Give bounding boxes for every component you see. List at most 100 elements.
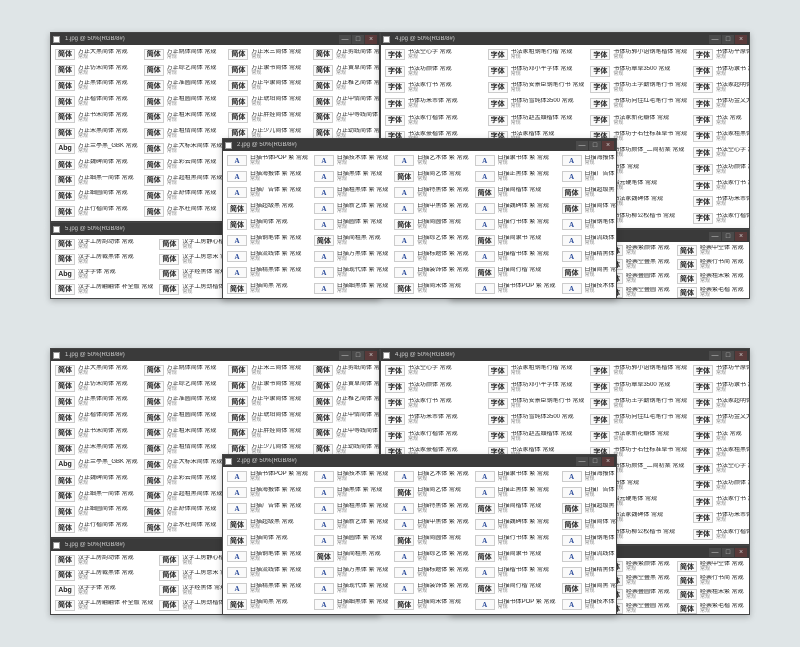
font-row[interactable]: 字体 书法空心字 常规 常规 xyxy=(385,364,482,377)
font-row[interactable]: A 白描技术体 繁 常规 常规 xyxy=(314,154,388,167)
font-row[interactable]: Abg 汉字字体 常规 常规 xyxy=(55,268,153,280)
font-row[interactable]: 简体 汉字工房韵动体 常规 常规 xyxy=(55,554,153,566)
font-row[interactable]: A 白描精黑体 繁 常规 常规 xyxy=(562,566,617,579)
font-row[interactable]: A 白描技术体 繁 常规 常规 xyxy=(562,282,617,295)
font-row[interactable]: 简体 方正书宋简体 常规 常规 xyxy=(55,111,138,124)
font-row[interactable]: 简体 方正姚体简体 常规 常规 xyxy=(144,48,223,61)
font-row[interactable]: A 白描海报体 繁 常规 常规 xyxy=(227,486,308,499)
font-row[interactable]: 简体 白描简体 常规 常规 xyxy=(562,202,617,215)
font-row[interactable]: 字体 书体坊邓小平字体 常规 常规 xyxy=(488,64,585,77)
font-row[interactable]: 简体 方正楷体简体 常规 常规 xyxy=(55,411,138,424)
font-row[interactable]: A 白描精黑体 繁 常规 常规 xyxy=(227,582,308,595)
font-row[interactable]: 简体 方正粗圆简体 常规 常规 xyxy=(144,95,223,108)
font-row[interactable]: 简体 方正华隶简体 常规 常规 xyxy=(228,395,307,408)
font-row[interactable]: 简体 经典行书简 常规 常规 xyxy=(677,575,745,586)
font-row[interactable]: 简体 方正宋黑简体 常规 常规 xyxy=(55,127,138,140)
font-row[interactable]: A 白描细黑体 繁 常规 常规 xyxy=(314,598,388,611)
font-row[interactable]: 字体 书法坊颜体 常规 常规 xyxy=(385,380,482,393)
minimize-button[interactable]: — xyxy=(339,35,351,44)
font-row[interactable]: 字体 书法 常规 常规 xyxy=(693,113,749,126)
font-row[interactable]: 简体 方正彩云简体 常规 常规 xyxy=(144,158,223,171)
font-row[interactable]: 简体 经典繁毛楷 常规 常规 xyxy=(677,287,745,298)
font-row[interactable]: A 白描海报体 繁 常规 常规 xyxy=(562,154,617,167)
font-row[interactable]: 简体 白描简圆体 常规 常规 xyxy=(394,218,468,231)
font-row[interactable]: A 白描现代体 繁 常规 常规 xyxy=(314,582,388,595)
minimize-button[interactable]: — xyxy=(576,457,588,466)
font-row[interactable]: 简体 汉字工房翩翩体 补全版 常规 常规 xyxy=(55,283,153,295)
font-row[interactable]: 简体 方正宋三简体 常规 常规 xyxy=(228,364,307,377)
font-row[interactable]: 简体 方正琥珀简体 常规 常规 xyxy=(228,95,307,108)
font-row[interactable]: 字体 书体坊安景臣钢笔行书 常规 常规 xyxy=(488,81,585,94)
font-row[interactable]: 字体 书法空心字 常规 常规 xyxy=(385,48,482,61)
font-row[interactable]: 简体 白描简黑 常规 常规 xyxy=(562,582,617,595)
font-row[interactable]: 简体 方正中等线简体 常规 常规 xyxy=(313,427,379,440)
font-row[interactable]: 字体 书体坊郭小语钢笔楷体 常规 常规 xyxy=(590,364,687,377)
font-row[interactable]: A 白描钢笔体 繁 常规 常规 xyxy=(227,234,308,247)
titlebar[interactable]: 4.jpg @ 50%(RGB/8#) — □ × xyxy=(381,33,749,45)
font-row[interactable]: 简体 白描简黑 常规 常规 xyxy=(227,282,308,295)
font-row[interactable]: A 白描楷书体 繁 常规 常规 xyxy=(475,250,556,263)
font-row[interactable]: 简体 方正隶书简体 常规 常规 xyxy=(228,64,307,77)
font-row[interactable]: 简体 汉字工房韵动体 常规 常规 xyxy=(55,238,153,250)
close-button[interactable]: × xyxy=(365,35,377,44)
font-row[interactable]: 字体 书法空心字 常规 常规 xyxy=(693,146,749,159)
font-row[interactable]: 字体 书体坊郭小语钢笔楷体 常规 常规 xyxy=(590,48,687,61)
font-row[interactable]: 简体 方正宋黑简体 常规 常规 xyxy=(55,443,138,456)
font-row[interactable]: 简体 方正黑体简体 常规 常规 xyxy=(55,79,138,92)
font-row[interactable]: 简体 方正稚艺简体 常规 常规 xyxy=(313,79,379,92)
font-row[interactable]: A 白描流线体 繁 常规 常规 xyxy=(227,250,308,263)
font-row[interactable]: A 白描书体POP 繁 常规 常规 xyxy=(227,470,308,483)
font-row[interactable]: 简体 方正粗倩简体 常规 常规 xyxy=(144,443,223,456)
font-row[interactable]: 简体 方正姚体简体 常规 常规 xyxy=(144,364,223,377)
font-row[interactable]: 字体 书法坊颜体 常规 常规 xyxy=(693,163,749,176)
font-row[interactable]: 字体 书法家粗黑体 常规 常规 xyxy=(693,130,749,143)
font-row[interactable]: 简体 方正行楷简体 常规 常规 xyxy=(55,521,138,534)
font-row[interactable]: 字体 书体坊隶书 常规 常规 xyxy=(693,64,749,77)
font-row[interactable]: A 白描正黑体 繁 常规 常规 xyxy=(475,486,556,499)
font-row[interactable]: 简体 方正粗宋简体 常规 常规 xyxy=(144,427,223,440)
font-row[interactable]: 简体 方正黄草简体 常规 常规 xyxy=(313,64,379,77)
font-row[interactable]: A 白描标题体 繁 常规 常规 xyxy=(394,566,468,579)
font-row[interactable]: 简体 方正书宋简体 常规 常规 xyxy=(55,427,138,440)
font-row[interactable]: 字体 书体坊米芾体 常规 常规 xyxy=(385,97,482,110)
font-row[interactable]: A 白描粗黑体 繁 常规 常规 xyxy=(314,502,388,515)
font-row[interactable]: 简体 白描超级黑 常规 常规 xyxy=(227,202,308,215)
font-row[interactable]: 简体 方正华隶简体 常规 常规 xyxy=(228,79,307,92)
font-row[interactable]: 简体 方正胖娃简体 常规 常规 xyxy=(228,111,307,124)
font-row[interactable]: 字体 书体坊米芾体 常规 常规 xyxy=(693,511,749,524)
minimize-button[interactable]: — xyxy=(709,548,721,557)
font-row[interactable]: A 白描圆体 繁 常规 常规 xyxy=(314,534,388,547)
font-row[interactable]: 简体 方正超粗黑简体 常规 常规 xyxy=(144,490,223,503)
font-row[interactable]: 简体 白描简行楷 常规 常规 xyxy=(475,582,556,595)
close-button[interactable]: × xyxy=(602,141,614,150)
font-row[interactable]: 字体 书法家行楷体 常规 常规 xyxy=(385,429,482,442)
font-row[interactable]: 字体 书体坊邓小平字体 常规 常规 xyxy=(488,380,585,393)
font-row[interactable]: 简体 白描简楷体 常规 常规 xyxy=(475,186,556,199)
font-row[interactable]: 字体 书法家行楷体 常规 常规 xyxy=(693,528,749,541)
font-row[interactable]: A 白描技术体 繁 常规 常规 xyxy=(562,598,617,611)
font-row[interactable]: A 白描行书体 繁 常规 常规 xyxy=(475,218,556,231)
font-row[interactable]: 字体 书法坊颜体 常规 常规 xyxy=(693,479,749,492)
titlebar[interactable]: 1.jpg @ 50%(RGB/8#) — □ × xyxy=(51,349,379,361)
font-row[interactable]: 简体 方正隶书简体 常规 常规 xyxy=(228,380,307,393)
font-row[interactable]: A 白描楷书体 繁 常规 常规 xyxy=(475,566,556,579)
titlebar[interactable]: 2.jpg @ 50%(RGB/8#) — □ × xyxy=(223,139,616,151)
font-row[interactable]: 简体 方正黄草简体 常规 常规 xyxy=(313,380,379,393)
font-row[interactable]: 简体 白描简宋体 常规 常规 xyxy=(394,598,468,611)
close-button[interactable]: × xyxy=(735,35,747,44)
font-row[interactable]: 简体 方正水柱简体 常规 常规 xyxy=(144,521,223,534)
titlebar[interactable]: 1.jpg @ 50%(RGB/8#) — □ × xyxy=(51,33,379,45)
font-row[interactable]: 字体 书法空心字 常规 常规 xyxy=(693,462,749,475)
font-row[interactable]: 简体 白描简行楷 常规 常规 xyxy=(475,266,556,279)
font-row[interactable]: 字体 书法家行楷体 常规 常规 xyxy=(385,113,482,126)
font-row[interactable]: A 白描粗黑体 繁 常规 常规 xyxy=(314,186,388,199)
font-row[interactable]: 简体 白描超级黑 常规 常规 xyxy=(562,186,617,199)
close-button[interactable]: × xyxy=(735,351,747,360)
font-row[interactable]: 简体 经典粗宋繁 常规 常规 xyxy=(677,589,745,600)
font-row[interactable]: 简体 白描简圆体 常规 常规 xyxy=(394,534,468,547)
font-row[interactable]: 字体 书体坊金文大篆 常规 常规 xyxy=(693,413,749,426)
close-button[interactable]: × xyxy=(735,548,747,557)
font-row[interactable]: A 白描圆体 繁 常规 常规 xyxy=(314,218,388,231)
font-row[interactable]: 简体 白描简隶书 常规 常规 xyxy=(475,234,556,247)
font-row[interactable]: A 白描书体POP 繁 常规 常规 xyxy=(475,598,556,611)
